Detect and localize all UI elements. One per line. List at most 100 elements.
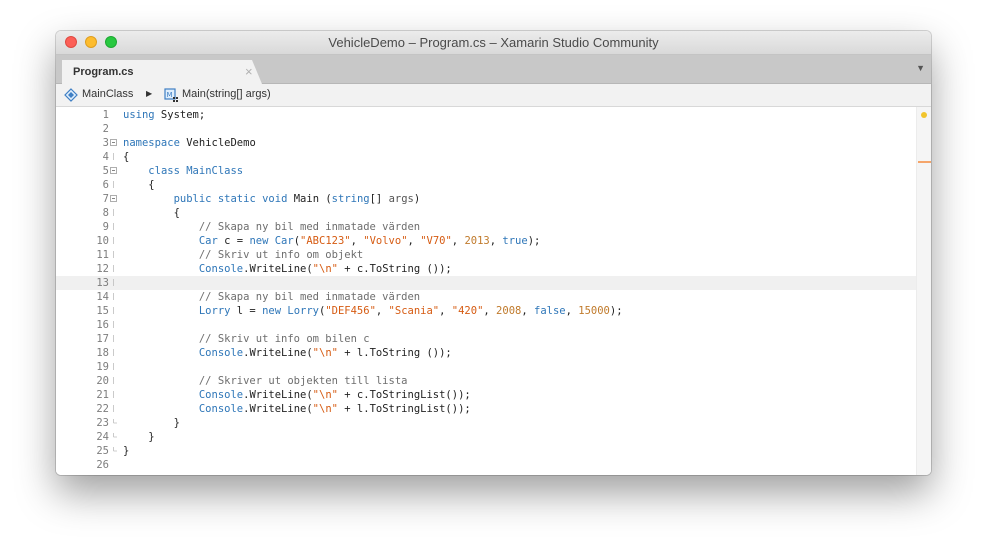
line-number: 22 <box>96 403 109 415</box>
tab-list-dropdown-icon[interactable]: ▼ <box>916 63 925 73</box>
code-line[interactable]: 23 } <box>56 416 916 430</box>
code-line[interactable]: 7 public static void Main (string[] args… <box>56 192 916 206</box>
fold-guide <box>113 251 114 258</box>
title-bar[interactable]: VehicleDemo – Program.cs – Xamarin Studi… <box>56 31 931 55</box>
line-number: 18 <box>96 347 109 359</box>
code-line[interactable]: 22 Console.WriteLine("\n" + l.ToStringLi… <box>56 402 916 416</box>
fold-guide <box>113 377 114 384</box>
code-token: , <box>407 235 421 247</box>
code-token: System; <box>154 109 206 121</box>
code-text: { <box>123 150 129 164</box>
fold-guide <box>113 181 114 188</box>
code-line[interactable]: 21 Console.WriteLine("\n" + c.ToStringLi… <box>56 388 916 402</box>
code-text: Lorry l = new Lorry("DEF456", "Scania", … <box>123 304 623 318</box>
code-token: Console <box>198 263 244 275</box>
code-token: c = <box>217 235 250 247</box>
code-line[interactable]: 8 { <box>56 206 916 220</box>
code-editor[interactable]: 1 using System; 2 3 namespace VehicleDemo 4{5… <box>56 107 931 475</box>
code-token: Main ( <box>287 193 332 205</box>
fold-guide <box>113 153 114 160</box>
code-text: { <box>123 206 180 220</box>
code-line[interactable]: 25} <box>56 444 916 458</box>
code-line[interactable]: 15 Lorry l = new Lorry("DEF456", "Scania… <box>56 304 916 318</box>
code-line[interactable]: 14 // Skapa ny bil med inmatade värden <box>56 290 916 304</box>
code-token: , <box>565 305 579 317</box>
line-number: 25 <box>96 445 109 457</box>
code-line[interactable]: 24 } <box>56 430 916 444</box>
code-token: Car <box>274 235 294 247</box>
code-line[interactable]: 12 Console.WriteLine("\n" + c.ToString (… <box>56 262 916 276</box>
fold-toggle-icon[interactable] <box>110 195 117 202</box>
code-line[interactable]: 4{ <box>56 150 916 164</box>
code-token: // Skriv ut info om objekt <box>198 249 364 261</box>
line-number: 21 <box>96 389 109 401</box>
code-line[interactable]: 3 namespace VehicleDemo <box>56 136 916 150</box>
code-token: public <box>173 193 212 205</box>
line-number: 10 <box>96 235 109 247</box>
breadcrumb-method[interactable]: Main(string[] args) <box>182 88 271 100</box>
code-line[interactable]: 9 // Skapa ny bil med inmatade värden <box>56 220 916 234</box>
code-line[interactable]: 13 <box>56 276 916 290</box>
code-line[interactable]: 16 <box>56 318 916 332</box>
fold-guide <box>113 349 114 356</box>
code-token: } <box>123 417 180 429</box>
tab-label: Program.cs <box>73 66 134 78</box>
code-line[interactable]: 20 // Skriver ut objekten till lista <box>56 374 916 388</box>
code-token: } <box>123 445 130 457</box>
code-text: using System; <box>123 108 205 122</box>
code-line[interactable]: 17 // Skriv ut info om bilen c <box>56 332 916 346</box>
code-token: VehicleDemo <box>179 137 256 149</box>
code-line[interactable]: 6 { <box>56 178 916 192</box>
fold-guide <box>113 405 114 412</box>
code-token: , <box>439 305 452 317</box>
code-line[interactable]: 26 <box>56 458 916 472</box>
code-token: "420" <box>451 305 484 317</box>
fold-guide <box>113 237 114 244</box>
code-text: public static void Main (string[] args) <box>123 192 421 206</box>
code-token: [] <box>369 193 389 205</box>
fold-guide <box>113 391 114 398</box>
code-token: false <box>534 305 566 317</box>
code-line[interactable]: 2 <box>56 122 916 136</box>
code-text: Car c = new Car("ABC123", "Volvo", "V70"… <box>123 234 541 248</box>
code-token: "Volvo" <box>363 235 408 247</box>
code-line[interactable]: 1 using System; <box>56 108 916 122</box>
editor-scrollbar[interactable] <box>916 107 931 475</box>
code-token: , <box>521 305 534 317</box>
document-tab-bar: Program.cs × ▼ <box>56 55 931 84</box>
breadcrumb-class[interactable]: MainClass <box>82 88 133 100</box>
line-number: 13 <box>96 277 109 289</box>
line-number: 26 <box>96 459 109 471</box>
fold-guide <box>113 419 117 424</box>
code-token: static <box>217 193 256 205</box>
class-icon <box>64 88 78 102</box>
code-text: Console.WriteLine("\n" + c.ToStringList(… <box>123 388 471 402</box>
code-line[interactable]: 10 Car c = new Car("ABC123", "Volvo", "V… <box>56 234 916 248</box>
code-token: // Skapa ny bil med inmatade värden <box>198 291 421 303</box>
fold-guide <box>113 433 117 438</box>
line-number: 7 <box>102 193 109 205</box>
line-number: 11 <box>96 249 109 261</box>
warning-marker-icon[interactable] <box>921 112 927 118</box>
code-line[interactable]: 19 <box>56 360 916 374</box>
svg-text:M: M <box>167 91 173 99</box>
close-tab-icon[interactable]: × <box>245 64 253 79</box>
code-text: } <box>123 416 180 430</box>
tab-program-cs[interactable]: Program.cs × <box>62 60 262 84</box>
code-text: } <box>123 430 154 444</box>
fold-toggle-icon[interactable] <box>110 139 117 146</box>
code-line[interactable]: 18 Console.WriteLine("\n" + l.ToString (… <box>56 346 916 360</box>
code-line[interactable]: 11 // Skriv ut info om objekt <box>56 248 916 262</box>
code-token: MainClass <box>186 165 244 177</box>
code-line[interactable]: 5 class MainClass <box>56 164 916 178</box>
code-token: new <box>262 305 282 317</box>
fold-toggle-icon[interactable] <box>110 167 117 174</box>
code-text: // Skapa ny bil med inmatade värden <box>123 290 420 304</box>
code-token: "Scania" <box>388 305 440 317</box>
code-token: "DEF456" <box>325 305 376 317</box>
